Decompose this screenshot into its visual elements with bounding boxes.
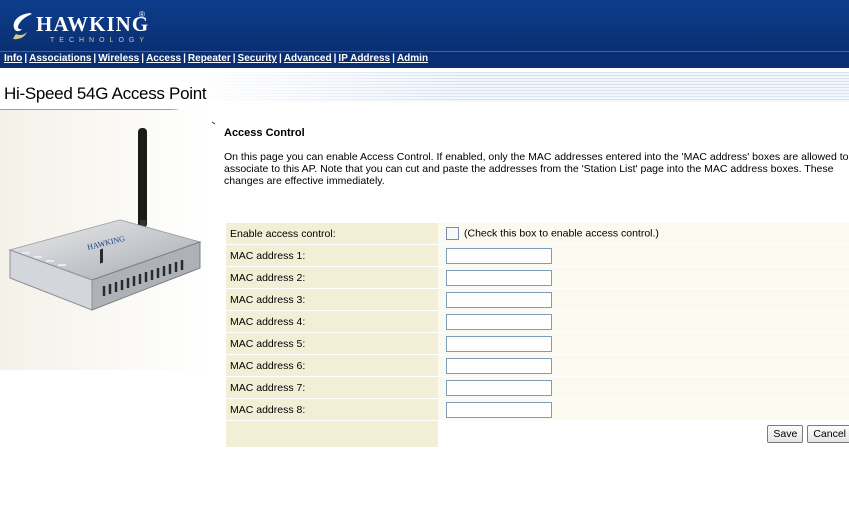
mac-row: MAC address 3:: [226, 289, 849, 310]
mac-row: MAC address 6:: [226, 355, 849, 376]
nav-bar: Info | Associations | Wireless | Access | Repeat…: [0, 51, 849, 68]
mac-address-6-input[interactable]: [446, 357, 552, 374]
mac-cell: [438, 267, 849, 288]
mac-cell: [438, 333, 849, 354]
mac-address-1-input[interactable]: [446, 247, 552, 264]
nav-access[interactable]: Access: [146, 53, 181, 64]
mac-address-8-input[interactable]: [446, 401, 552, 418]
enable-hint: (Check this box to enable access control…: [464, 227, 659, 240]
title-stripe: [200, 72, 849, 102]
nav-ip-address[interactable]: IP Address: [338, 53, 390, 64]
mac-cell: [438, 311, 849, 332]
page-title: Hi-Speed 54G Access Point: [4, 84, 207, 103]
save-button[interactable]: Save: [767, 425, 804, 443]
mac-label: MAC address 3:: [226, 289, 438, 310]
nav-security[interactable]: Security: [238, 53, 277, 64]
enable-access-control-checkbox[interactable]: [446, 227, 459, 240]
brand-name: HAWKING: [36, 12, 150, 36]
mac-label: MAC address 5:: [226, 333, 438, 354]
access-control-form: Enable access control: (Check this box t…: [226, 222, 849, 448]
mac-label: MAC address 6:: [226, 355, 438, 376]
brand-reg-mark: ®: [139, 10, 145, 19]
enable-cell: (Check this box to enable access control…: [438, 223, 849, 244]
enable-label: Enable access control:: [226, 223, 438, 244]
mac-cell: [438, 245, 849, 266]
mac-label: MAC address 7:: [226, 377, 438, 398]
mac-address-7-input[interactable]: [446, 379, 552, 396]
section-heading: Access Control: [224, 127, 305, 139]
mac-row: MAC address 7:: [226, 377, 849, 398]
button-cell: Save Cancel: [438, 421, 849, 447]
mac-row: MAC address 1:: [226, 245, 849, 266]
button-row-label-cell: [226, 421, 438, 447]
hawking-swoosh-icon: [13, 13, 32, 40]
mac-label: MAC address 1:: [226, 245, 438, 266]
brand-logo: HAWKING ® TECHNOLOGY: [8, 4, 178, 48]
mac-address-4-input[interactable]: [446, 313, 552, 330]
nav-links: Info | Associations | Wireless | Access | Repeat…: [4, 53, 428, 64]
mac-address-5-input[interactable]: [446, 335, 552, 352]
mac-cell: [438, 289, 849, 310]
nav-separator: |: [279, 53, 282, 64]
nav-repeater[interactable]: Repeater: [188, 53, 231, 64]
mac-label: MAC address 8:: [226, 399, 438, 420]
title-row: Hi-Speed 54G Access Point: [0, 68, 849, 125]
mac-row: MAC address 2:: [226, 267, 849, 288]
enable-row: Enable access control: (Check this box t…: [226, 223, 849, 244]
nav-separator: |: [392, 53, 395, 64]
access-point-device-image: HAWKING: [8, 128, 202, 311]
mac-label: MAC address 2:: [226, 267, 438, 288]
section-description: On this page you can enable Access Contr…: [224, 151, 849, 187]
mac-cell: [438, 377, 849, 398]
nav-separator: |: [183, 53, 186, 64]
mac-cell: [438, 399, 849, 420]
nav-advanced[interactable]: Advanced: [284, 53, 332, 64]
mac-address-2-input[interactable]: [446, 269, 552, 286]
header-banner: HAWKING ® TECHNOLOGY: [0, 0, 849, 51]
mac-label: MAC address 4:: [226, 311, 438, 332]
cancel-button[interactable]: Cancel: [807, 425, 849, 443]
nav-admin[interactable]: Admin: [397, 53, 428, 64]
nav-info[interactable]: Info: [4, 53, 22, 64]
mac-address-3-input[interactable]: [446, 291, 552, 308]
nav-associations[interactable]: Associations: [29, 53, 91, 64]
mac-row: MAC address 4:: [226, 311, 849, 332]
product-image-panel: HAWKING: [0, 110, 212, 370]
mac-row: MAC address 8:: [226, 399, 849, 420]
mac-cell: [438, 355, 849, 376]
content-area: Access Control On this page you can enab…: [224, 127, 849, 187]
brand-tagline: TECHNOLOGY: [50, 37, 150, 44]
mac-row: MAC address 5:: [226, 333, 849, 354]
nav-wireless[interactable]: Wireless: [98, 53, 139, 64]
nav-separator: |: [232, 53, 236, 64]
button-row: Save Cancel: [226, 421, 849, 447]
